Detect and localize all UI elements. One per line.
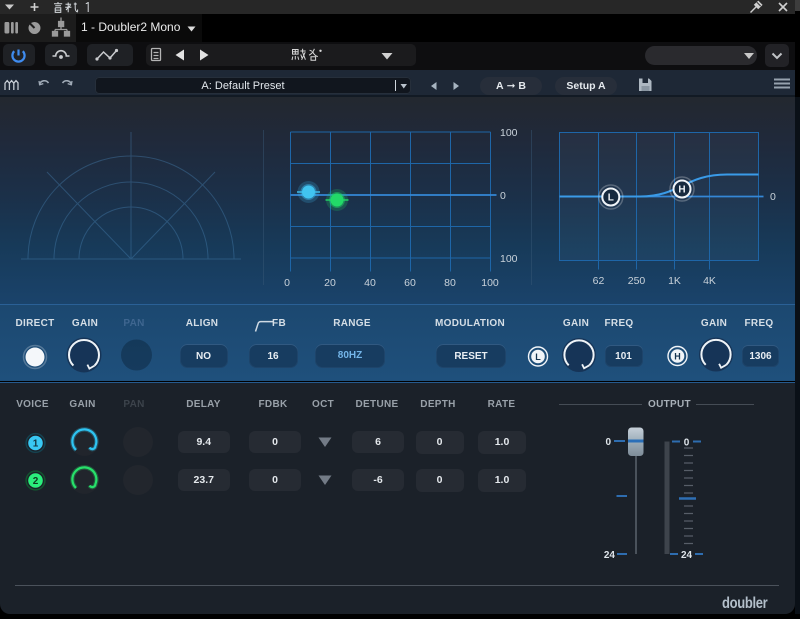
svg-text:0: 0: [500, 190, 506, 202]
svg-text:1K: 1K: [668, 275, 681, 287]
svg-text:24: 24: [681, 550, 693, 561]
svg-text:0: 0: [284, 277, 290, 289]
svg-text:1: 1: [33, 439, 39, 450]
svg-text:2: 2: [33, 476, 39, 487]
svg-text:0: 0: [605, 437, 611, 448]
svg-text:100: 100: [500, 253, 518, 265]
svg-text:20: 20: [324, 277, 336, 289]
svg-text:L: L: [608, 193, 614, 204]
svg-text:H: H: [674, 352, 681, 362]
svg-text:0: 0: [684, 438, 690, 449]
svg-text:L: L: [535, 352, 541, 362]
svg-text:62: 62: [593, 275, 605, 287]
svg-text:H: H: [678, 185, 685, 196]
svg-text:4K: 4K: [703, 275, 716, 287]
svg-text:40: 40: [364, 277, 376, 289]
svg-text:0: 0: [770, 191, 776, 203]
svg-text:80: 80: [444, 277, 456, 289]
svg-text:60: 60: [404, 277, 416, 289]
svg-text:100: 100: [481, 277, 499, 289]
svg-text:24: 24: [604, 550, 616, 561]
svg-text:250: 250: [628, 275, 646, 287]
svg-text:100: 100: [500, 127, 518, 139]
